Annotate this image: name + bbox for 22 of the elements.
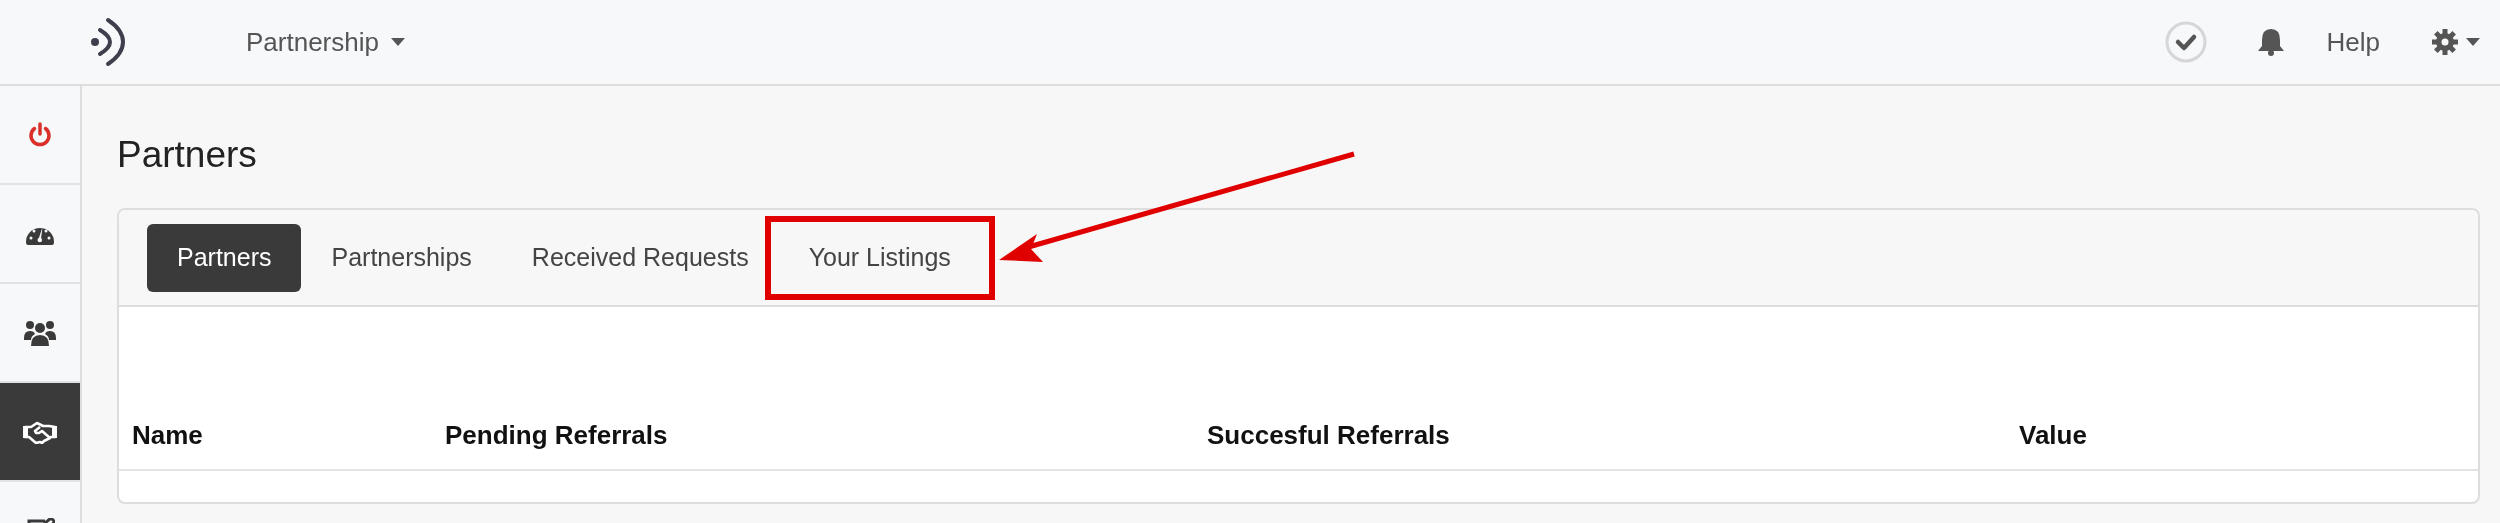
partnership-menu[interactable]: Partnership	[246, 26, 405, 58]
column-header: Value	[2019, 420, 2088, 452]
help-link[interactable]: Help	[2326, 26, 2380, 58]
column-header: Name	[132, 420, 204, 452]
caret-icon	[390, 38, 405, 46]
page-title: Partners	[117, 133, 258, 177]
column-header: Succesful Referrals	[1207, 420, 1451, 452]
users-icon	[24, 318, 56, 347]
tab[interactable]: Received Requests	[501, 223, 779, 292]
caret-icon	[2466, 38, 2480, 46]
settings-menu[interactable]	[2432, 29, 2480, 55]
tab[interactable]: Partners	[147, 223, 302, 292]
sidebar-item[interactable]	[0, 383, 80, 482]
settings-icon	[2432, 29, 2458, 55]
bell-icon[interactable]	[2256, 27, 2285, 57]
tab[interactable]: Partnerships	[301, 223, 502, 292]
tab[interactable]: Your Listings	[778, 223, 981, 292]
column-header: Pending Referrals	[445, 420, 669, 452]
power-icon	[27, 121, 53, 148]
check-circle-icon[interactable]	[2164, 21, 2207, 63]
handshake-icon	[23, 419, 57, 444]
logo-icon[interactable]	[90, 17, 126, 67]
